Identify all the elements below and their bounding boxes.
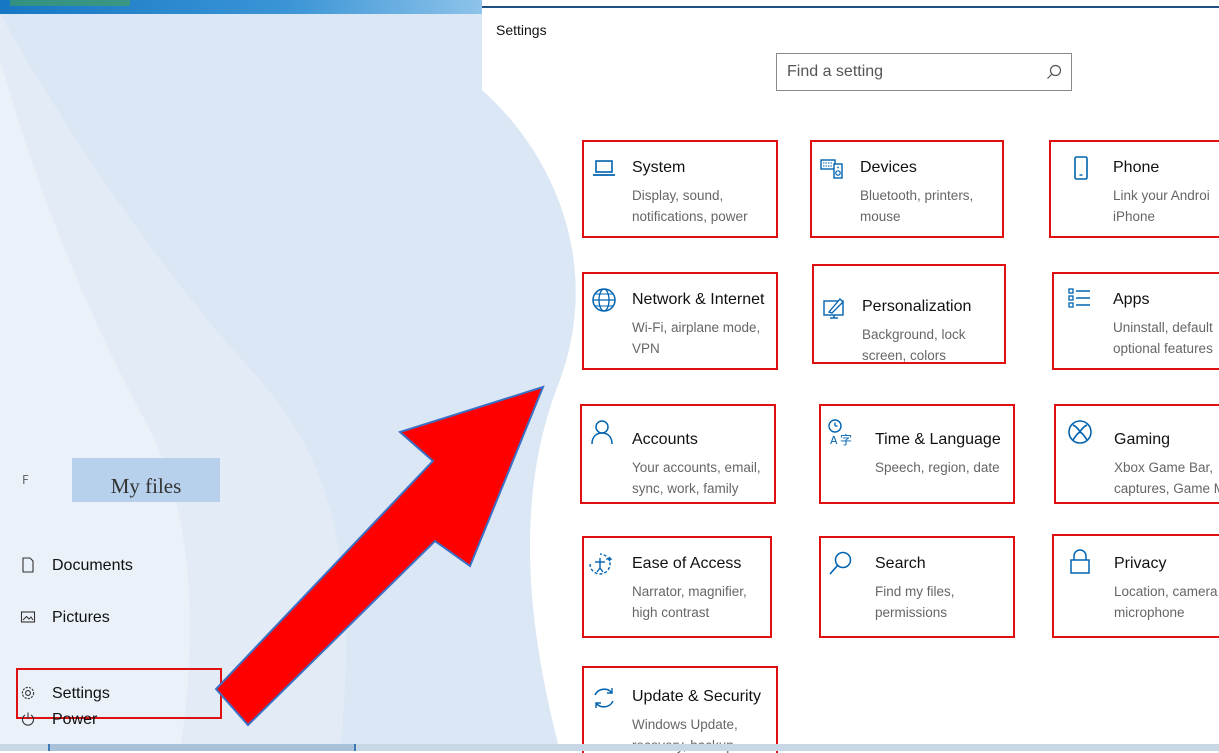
category-title: Apps — [1113, 291, 1150, 308]
category-network-internet[interactable]: Network & Internet Wi-Fi, airplane mode,… — [582, 272, 778, 370]
magnifier-icon — [827, 550, 855, 578]
apps-list-icon — [1066, 286, 1094, 314]
ease-of-access-icon — [586, 550, 614, 578]
start-item-power[interactable]: Power — [0, 700, 228, 740]
category-update-security[interactable]: Update & Security Windows Update,recover… — [582, 666, 778, 753]
time-language-icon: A字 — [827, 418, 855, 447]
category-description: Xbox Game Bar, captures, Game M — [1114, 460, 1219, 496]
picture-icon — [20, 609, 36, 625]
phone-icon — [1067, 154, 1095, 182]
start-item-label: Power — [52, 711, 98, 728]
category-description: Background, lock screen, colors — [862, 327, 966, 363]
my-files-label-box: My files — [72, 458, 220, 502]
power-icon — [20, 711, 36, 727]
start-item-documents[interactable]: Documents — [0, 546, 228, 586]
category-ease-of-access[interactable]: Ease of Access Narrator, magnifier, high … — [582, 536, 772, 638]
category-personalization[interactable]: Personalization Background, lock screen, … — [812, 264, 1006, 364]
document-icon — [20, 557, 36, 573]
category-privacy[interactable]: Privacy Location, camera microphone — [1052, 534, 1219, 638]
category-title: Privacy — [1114, 555, 1167, 572]
category-description: Speech, region, date — [875, 460, 1000, 475]
refresh-icon — [590, 684, 618, 712]
category-description: Link your Androi iPhone — [1113, 188, 1210, 224]
start-item-label: Documents — [52, 557, 133, 574]
category-description: Wi-Fi, airplane mode, VPN — [632, 320, 761, 356]
start-menu: 𝖥 My files Documents Pictures Settings P… — [0, 0, 230, 751]
search-box[interactable] — [776, 53, 1072, 91]
paint-brush-icon — [820, 294, 848, 322]
gear-icon — [20, 685, 36, 701]
person-icon — [588, 418, 616, 446]
category-title: Gaming — [1114, 431, 1171, 448]
category-title: Update & Security — [632, 688, 761, 705]
category-title: Phone — [1113, 159, 1160, 176]
category-title: System — [632, 159, 686, 176]
category-description: Bluetooth, printers, mouse — [860, 188, 974, 224]
settings-window: Settings System Display, sound,notificat… — [482, 6, 1219, 753]
category-title: Ease of Access — [632, 555, 742, 572]
category-description: Narrator, magnifier, high contrast — [632, 584, 747, 620]
category-description: Uninstall, default optional features — [1113, 320, 1213, 356]
category-description: Find my files, permissions — [875, 584, 955, 620]
user-icon: 𝖥 — [22, 473, 29, 487]
category-gaming[interactable]: Gaming Xbox Game Bar, captures, Game M — [1054, 404, 1219, 504]
my-files-label: My files — [110, 474, 182, 498]
category-description: Your accounts, email, sync, work, family — [632, 460, 761, 496]
category-phone[interactable]: Phone Link your Androi iPhone — [1049, 140, 1219, 238]
laptop-icon — [590, 154, 618, 182]
xbox-icon — [1066, 418, 1094, 446]
category-devices[interactable]: Devices Bluetooth, printers, mouse — [810, 140, 1004, 238]
category-title: Time & Language — [875, 431, 1001, 448]
category-search[interactable]: Search Find my files, permissions — [819, 536, 1015, 638]
taskbar-search-area[interactable] — [48, 744, 356, 751]
start-item-pictures[interactable]: Pictures — [0, 598, 228, 638]
keyboard-speaker-icon — [818, 154, 846, 182]
lock-icon — [1066, 548, 1094, 576]
svg-text:字: 字 — [840, 432, 852, 446]
category-title: Devices — [860, 159, 917, 176]
category-time-language[interactable]: A字 Time & Language Speech, region, date — [819, 404, 1015, 504]
category-title: Personalization — [862, 298, 972, 315]
category-title: Network & Internet — [632, 291, 765, 308]
svg-text:A: A — [830, 434, 838, 446]
start-item-label: Pictures — [52, 609, 110, 626]
window-title: Settings — [496, 22, 547, 38]
category-description: Location, camera microphone — [1114, 584, 1218, 620]
search-input[interactable] — [777, 54, 1047, 90]
category-apps[interactable]: Apps Uninstall, default optional features — [1052, 272, 1219, 370]
category-title: Search — [875, 555, 926, 572]
category-description: Display, sound, notifications, power — [632, 188, 748, 224]
globe-icon — [590, 286, 618, 314]
category-accounts[interactable]: Accounts Your accounts, email, sync, work… — [580, 404, 776, 504]
category-title: Accounts — [632, 431, 698, 448]
category-system[interactable]: System Display, sound, notifications, pow… — [582, 140, 778, 238]
search-icon[interactable] — [1045, 63, 1063, 81]
